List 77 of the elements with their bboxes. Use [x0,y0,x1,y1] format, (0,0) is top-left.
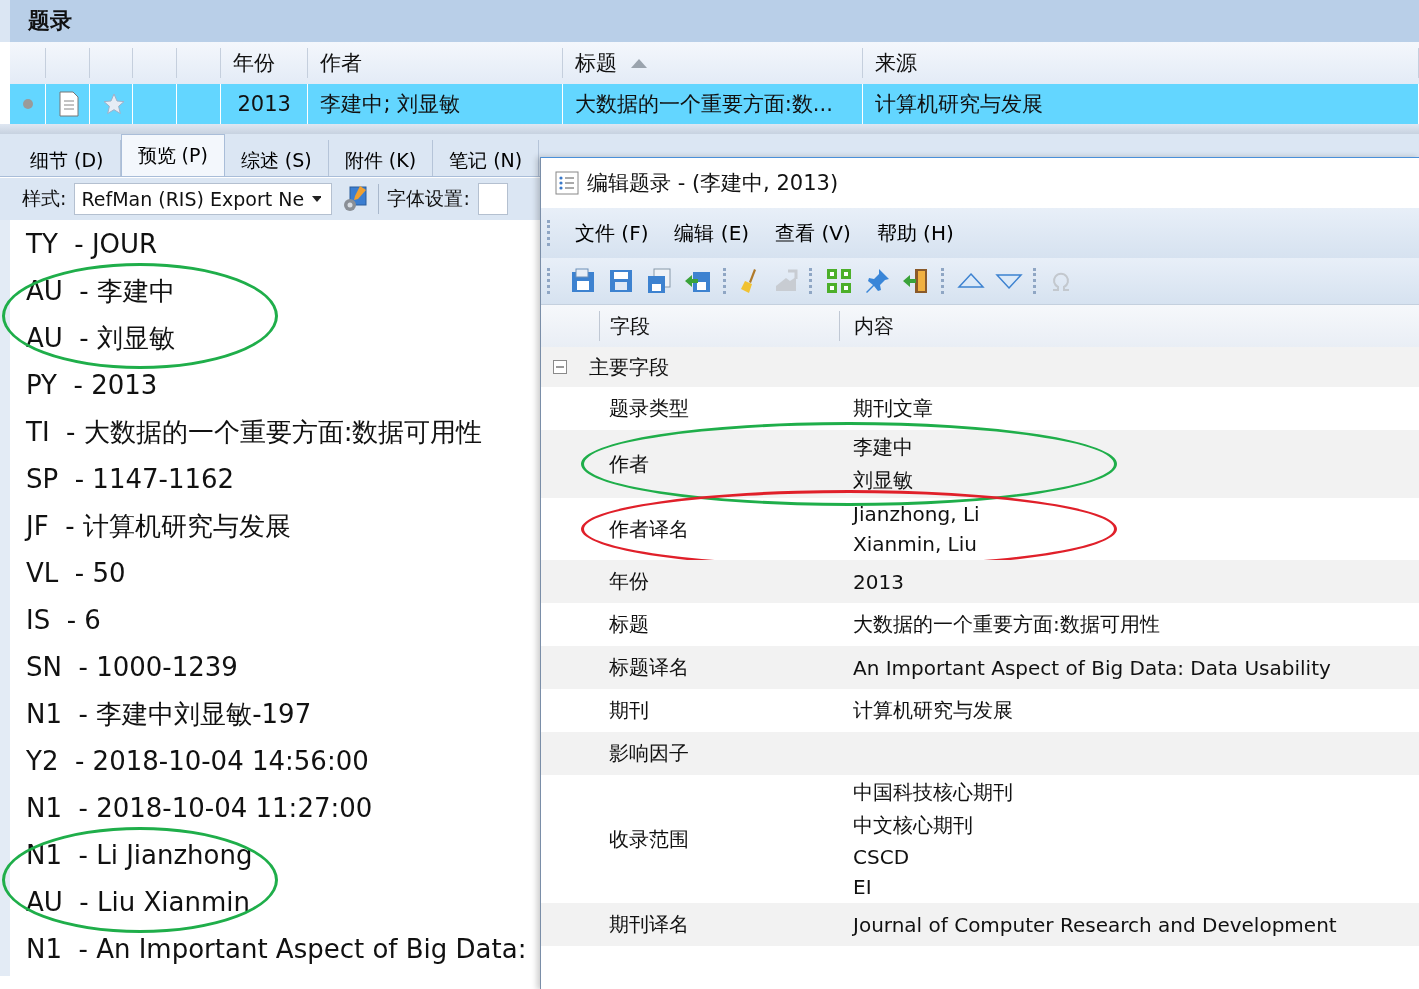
field-name: 期刊译名 [609,911,689,938]
ris-line: IS - 6 [26,604,101,637]
field-value[interactable]: 中文核心期刊 [853,812,973,839]
ris-line: TY - JOUR [26,228,158,261]
menu-item[interactable]: 帮助 (H) [866,215,964,251]
ris-line: N1 - An Important Aspect of Big Data: [26,933,527,966]
ris-line: N1 - 2018-10-04 11:27:00 [26,792,373,825]
menu-item[interactable]: 文件 (F) [565,215,659,251]
field-name: 期刊 [609,697,649,724]
ris-line: JF - 计算机研究与发展 [26,510,291,543]
field-name: 题录类型 [609,395,689,422]
field-name: 作者译名 [609,515,689,543]
column-header[interactable]: 标题 [574,49,617,77]
caret-icon [312,196,322,202]
ris-line: SP - 1147-1162 [26,463,235,496]
field-value[interactable]: 2013 [853,569,904,594]
ris-line: VL - 50 [26,557,126,590]
table-cell-text: 大数据的一个重要方面:数... [574,91,833,118]
field-value[interactable]: 大数据的一个重要方面:数据可用性 [853,611,1160,638]
field-value[interactable]: 中国科技核心期刊 [853,779,1013,806]
move-down-icon[interactable] [995,272,1023,290]
column-header[interactable]: 内容 [854,312,894,340]
field-value[interactable]: 计算机研究与发展 [853,697,1013,724]
tab[interactable]: 笔记 (N) [433,140,540,176]
table-row[interactable]: 2013 李建中; 刘显敏 大数据的一个重要方面:数... 计算机研究与发展 [10,84,1419,124]
ris-line: PY - 2013 [26,369,158,402]
document-icon [57,91,80,117]
field-name: 作者 [609,450,649,478]
tab[interactable]: 细节 (D) [14,140,121,176]
table-cell: 2013 [237,92,291,116]
ris-line: SN - 1000-1239 [26,651,238,684]
table-cell-text: 计算机研究与发展 [874,91,1043,118]
dialog-title: 编辑题录 - (李建中, 2013) [587,170,839,197]
field-value[interactable]: 刘显敏 [853,467,913,494]
group-label: 主要字段 [589,353,669,381]
tab[interactable]: 预览 (P) [120,134,225,176]
save-new-icon[interactable] [569,267,597,295]
list-icon [555,171,579,195]
ris-line: N1 - 李建中刘显敏-197 [26,698,312,731]
font-dropdown[interactable] [477,183,508,215]
move-up-icon[interactable] [957,272,985,290]
status-dot-icon [22,98,34,110]
field-value[interactable]: 期刊文章 [853,395,933,422]
menu-item[interactable]: 编辑 (E) [664,215,760,251]
ris-line: AU - 李建中 [26,275,175,308]
ris-line: TI - 大数据的一个重要方面:数据可用性 [26,416,483,449]
field-value[interactable]: EI [853,875,872,899]
column-header[interactable]: 年份 [232,49,275,77]
save-icon[interactable] [607,267,635,295]
menu-item[interactable]: 查看 (V) [765,215,861,251]
field-name: 影响因子 [609,740,689,767]
ris-line: Y2 - 2018-10-04 14:56:00 [26,745,369,778]
field-name: 标题译名 [609,654,689,681]
save-copy-icon[interactable] [645,267,673,295]
style-label: 样式: [22,186,67,211]
star-icon[interactable] [101,92,126,116]
tab[interactable]: 附件 (K) [328,140,434,176]
column-header[interactable]: 字段 [610,312,650,340]
field-value[interactable]: Journal of Computer Research and Development [853,912,1337,937]
ris-line: AU - Liu Xianmin [26,886,250,919]
table-cell-text: 李建中; 刘显敏 [320,91,461,118]
field-value[interactable]: Jianzhong, Li [853,502,980,526]
field-value[interactable]: 李建中 [853,434,913,461]
field-value[interactable]: Xianmin, Liu [853,532,977,556]
tab[interactable]: 综述 (S) [224,140,329,176]
collapse-icon[interactable] [553,360,567,374]
ris-line: AU - 刘显敏 [26,322,175,355]
field-name: 年份 [609,568,649,595]
field-value[interactable]: An Important Aspect of Big Data: Data Usability [853,655,1331,680]
field-value[interactable]: CSCD [853,845,910,869]
style-dropdown[interactable]: RefMan (RIS) Export Ne [74,183,333,215]
panel-title: 题录 [0,0,1419,42]
column-header[interactable]: 来源 [874,49,917,77]
field-name: 收录范围 [609,825,689,853]
font-settings-label: 字体设置: [387,186,470,211]
column-header[interactable]: 作者 [320,49,363,77]
field-name: 标题 [609,611,649,638]
